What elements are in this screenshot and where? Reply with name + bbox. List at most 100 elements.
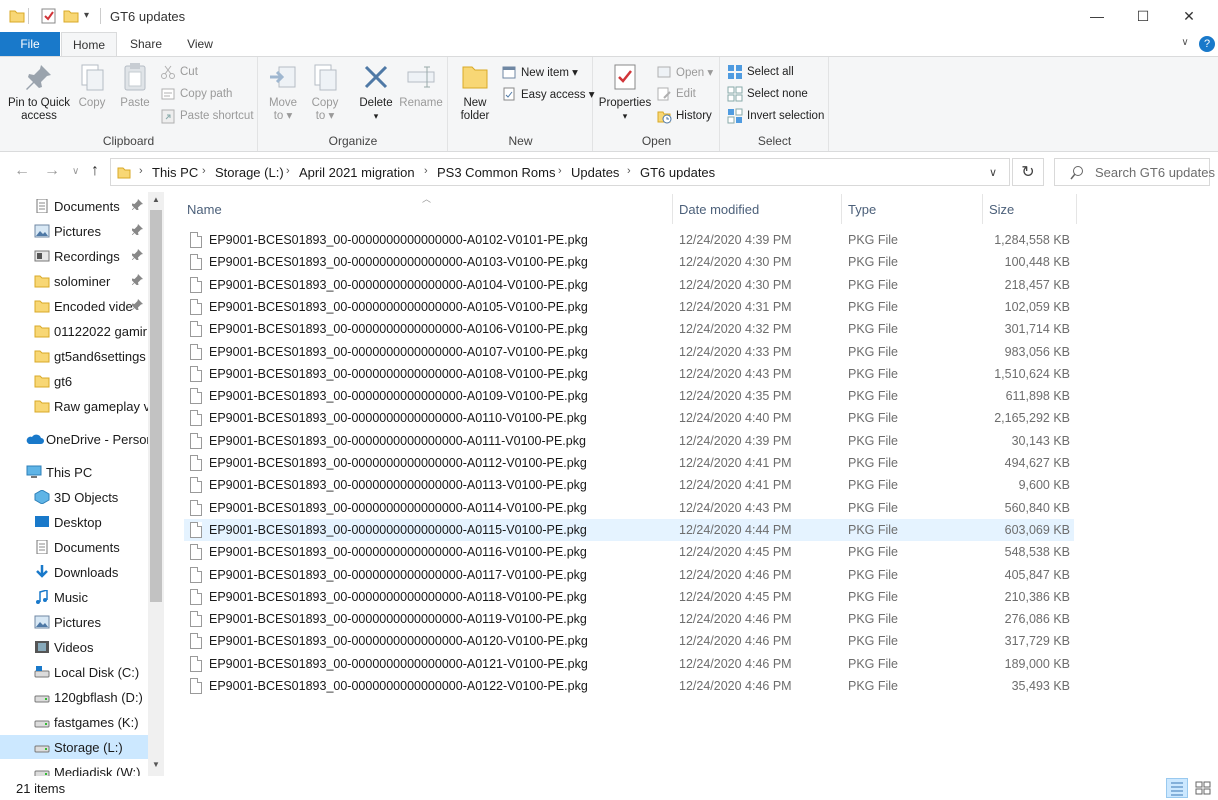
column-divider[interactable] xyxy=(841,194,842,224)
copy-button[interactable]: Copy xyxy=(74,61,110,110)
move-to-button[interactable]: Move to ▾ xyxy=(265,61,301,123)
quick-access-item[interactable]: 01122022 gamir xyxy=(0,319,148,343)
breadcrumb-ps3-common-roms[interactable]: PS3 Common Roms xyxy=(437,165,555,180)
pin-icon[interactable] xyxy=(131,249,143,263)
file-row[interactable]: EP9001-BCES01893_00-0000000000000000-A01… xyxy=(184,586,1074,608)
pin-icon[interactable] xyxy=(131,274,143,288)
quick-access-item[interactable]: gt5and6settings xyxy=(0,344,148,368)
file-row[interactable]: EP9001-BCES01893_00-0000000000000000-A01… xyxy=(184,541,1074,563)
recent-locations-icon[interactable]: ∨ xyxy=(72,166,79,177)
this-pc-item[interactable]: Local Disk (C:) xyxy=(0,660,148,684)
help-icon[interactable]: ? xyxy=(1199,36,1215,52)
quick-access-item[interactable]: Recordings xyxy=(0,244,148,268)
breadcrumb-april-2021-migration[interactable]: April 2021 migration xyxy=(299,165,415,180)
file-row[interactable]: EP9001-BCES01893_00-0000000000000000-A01… xyxy=(184,452,1074,474)
tab-home[interactable]: Home xyxy=(61,32,117,57)
pin-icon[interactable] xyxy=(131,299,143,313)
properties-button[interactable]: Properties ▾ xyxy=(598,61,652,123)
file-row[interactable]: EP9001-BCES01893_00-0000000000000000-A01… xyxy=(184,296,1074,318)
this-pc-item[interactable]: fastgames (K:) xyxy=(0,710,148,734)
maximize-button[interactable]: ☐ xyxy=(1120,0,1166,32)
tab-view[interactable]: View xyxy=(176,32,224,56)
this-pc-item[interactable]: Desktop xyxy=(0,510,148,534)
select-all-button[interactable]: Select all xyxy=(727,63,794,81)
this-pc-item[interactable]: Downloads xyxy=(0,560,148,584)
scroll-down-icon[interactable]: ▼ xyxy=(152,760,160,769)
pin-icon[interactable] xyxy=(131,199,143,213)
file-row[interactable]: EP9001-BCES01893_00-0000000000000000-A01… xyxy=(184,474,1074,496)
pin-icon[interactable] xyxy=(131,224,143,238)
this-pc-item[interactable]: Music xyxy=(0,585,148,609)
column-divider[interactable] xyxy=(1076,194,1077,224)
scroll-up-icon[interactable]: ▲ xyxy=(152,195,160,204)
nav-item-onedrive[interactable]: OneDrive - Person xyxy=(0,427,148,451)
this-pc-item[interactable]: Pictures xyxy=(0,610,148,634)
paste-shortcut-button[interactable]: Paste shortcut xyxy=(160,107,254,125)
properties-dropdown[interactable]: ▾ xyxy=(598,110,652,123)
file-row[interactable]: EP9001-BCES01893_00-0000000000000000-A01… xyxy=(184,608,1074,630)
file-row[interactable]: EP9001-BCES01893_00-0000000000000000-A01… xyxy=(184,341,1074,363)
file-row[interactable]: EP9001-BCES01893_00-0000000000000000-A01… xyxy=(184,318,1074,340)
delete-dropdown[interactable]: ▾ xyxy=(357,110,395,123)
breadcrumb-separator-icon[interactable]: › xyxy=(139,165,143,177)
copy-path-button[interactable]: Copy path xyxy=(160,85,232,103)
select-none-button[interactable]: Select none xyxy=(727,85,808,103)
file-row[interactable]: EP9001-BCES01893_00-0000000000000000-A01… xyxy=(184,251,1074,273)
file-row[interactable]: EP9001-BCES01893_00-0000000000000000-A01… xyxy=(184,274,1074,296)
file-row[interactable]: EP9001-BCES01893_00-0000000000000000-A01… xyxy=(184,497,1074,519)
properties-quick-icon[interactable] xyxy=(40,7,58,25)
minimize-button[interactable]: — xyxy=(1074,0,1120,32)
delete-button[interactable]: Delete ▾ xyxy=(357,61,395,123)
quick-access-item[interactable]: Raw gameplay v xyxy=(0,394,148,418)
open-button[interactable]: Open ▾ xyxy=(656,63,713,81)
file-row[interactable]: EP9001-BCES01893_00-0000000000000000-A01… xyxy=(184,430,1074,452)
search-input[interactable]: Search GT6 updates xyxy=(1054,158,1215,186)
column-header-name[interactable]: Name xyxy=(187,202,222,217)
this-pc-item[interactable]: Mediadisk (W:) xyxy=(0,760,148,776)
column-header-date[interactable]: Date modified xyxy=(679,202,759,217)
tab-share[interactable]: Share xyxy=(120,32,172,56)
close-button[interactable]: ✕ xyxy=(1166,0,1212,32)
this-pc-item[interactable]: 3D Objects xyxy=(0,485,148,509)
edit-button[interactable]: Edit xyxy=(656,85,696,103)
breadcrumb-storage[interactable]: Storage (L:) xyxy=(215,165,284,180)
file-row[interactable]: EP9001-BCES01893_00-0000000000000000-A01… xyxy=(184,363,1074,385)
breadcrumb-separator-icon[interactable]: › xyxy=(558,165,562,177)
file-row[interactable]: EP9001-BCES01893_00-0000000000000000-A01… xyxy=(184,675,1074,697)
nav-item-this-pc[interactable]: This PC xyxy=(0,460,148,484)
breadcrumb-separator-icon[interactable]: › xyxy=(424,165,428,177)
file-row[interactable]: EP9001-BCES01893_00-0000000000000000-A01… xyxy=(184,407,1074,429)
column-header-type[interactable]: Type xyxy=(848,202,876,217)
column-header-size[interactable]: Size xyxy=(989,202,1014,217)
this-pc-item[interactable]: Documents xyxy=(0,535,148,559)
refresh-button[interactable]: ↻ xyxy=(1012,158,1044,186)
file-row[interactable]: EP9001-BCES01893_00-0000000000000000-A01… xyxy=(184,653,1074,675)
quick-access-item[interactable]: Documents xyxy=(0,194,148,218)
breadcrumb-separator-icon[interactable]: › xyxy=(202,165,206,177)
breadcrumb-gt6-updates[interactable]: GT6 updates xyxy=(640,165,715,180)
back-arrow-icon[interactable]: ← xyxy=(14,162,30,180)
expand-ribbon-icon[interactable]: ∨ xyxy=(1178,37,1192,51)
file-row[interactable]: EP9001-BCES01893_00-0000000000000000-A01… xyxy=(184,229,1074,251)
breadcrumb-updates[interactable]: Updates xyxy=(571,165,619,180)
cut-button[interactable]: Cut xyxy=(160,63,198,81)
quick-access-item[interactable]: gt6 xyxy=(0,369,148,393)
paste-button[interactable]: Paste xyxy=(116,61,154,110)
quick-access-item[interactable]: Encoded vide xyxy=(0,294,148,318)
breadcrumb-separator-icon[interactable]: › xyxy=(627,165,631,177)
up-arrow-icon[interactable]: ↑ xyxy=(91,162,99,180)
invert-selection-button[interactable]: Invert selection xyxy=(727,107,824,125)
quick-access-item[interactable]: Pictures xyxy=(0,219,148,243)
file-row[interactable]: EP9001-BCES01893_00-0000000000000000-A01… xyxy=(184,385,1074,407)
breadcrumb-separator-icon[interactable]: › xyxy=(286,165,290,177)
this-pc-item[interactable]: 120gbflash (D:) xyxy=(0,685,148,709)
large-icons-view-button[interactable] xyxy=(1192,778,1214,798)
copy-to-button[interactable]: Copy to ▾ xyxy=(307,61,343,123)
history-button[interactable]: History xyxy=(656,107,712,125)
file-row[interactable]: EP9001-BCES01893_00-0000000000000000-A01… xyxy=(184,564,1074,586)
details-view-button[interactable] xyxy=(1166,778,1188,798)
address-dropdown-icon[interactable]: ∨ xyxy=(989,166,997,179)
pin-to-quick-access-button[interactable]: Pin to Quick access xyxy=(6,61,72,123)
quick-access-item[interactable]: solominer xyxy=(0,269,148,293)
new-item-button[interactable]: New item ▾ xyxy=(501,63,578,81)
